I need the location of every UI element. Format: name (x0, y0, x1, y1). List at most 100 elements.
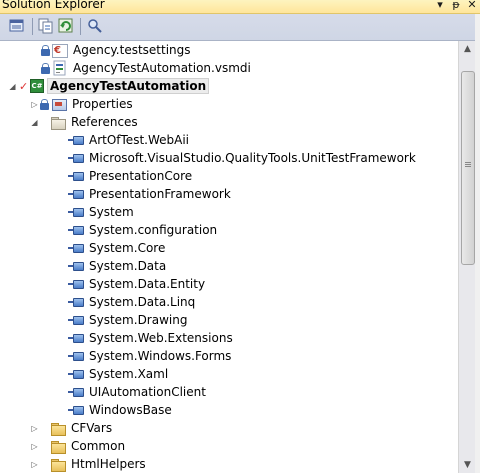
expand-icon[interactable]: ▷ (30, 100, 39, 109)
toolbar-separator (32, 18, 33, 35)
reference-item[interactable]: PresentationFramework (68, 185, 233, 203)
tree-item-label: Agency.testsettings (73, 43, 191, 57)
collapse-icon[interactable]: ◢ (30, 118, 39, 127)
reference-item[interactable]: System.configuration (68, 221, 219, 239)
reference-icon (68, 276, 84, 292)
refresh-icon[interactable] (58, 18, 74, 34)
tree-item-vsmdi[interactable]: AgencyTestAutomation.vsmdi (41, 59, 253, 77)
reference-item[interactable]: System.Core (68, 239, 167, 257)
solution-tree[interactable]: € Agency.testsettings AgencyTestAutomati… (0, 41, 458, 473)
reference-item[interactable]: ArtOfTest.WebAii (68, 131, 191, 149)
lock-icon (41, 60, 50, 76)
vsmdi-file-icon (52, 60, 68, 76)
title-bar: Solution Explorer ▾ ᵽ ✕ (0, 0, 480, 14)
reference-label: System.Xaml (89, 367, 169, 381)
toolbar-separator (80, 18, 81, 35)
reference-icon (68, 402, 84, 418)
folder-icon (50, 456, 66, 472)
reference-item[interactable]: System.Data.Linq (68, 293, 197, 311)
expand-icon[interactable]: ▷ (30, 424, 39, 433)
reference-icon (68, 312, 84, 328)
expand-icon[interactable]: ▷ (30, 460, 39, 469)
tree-item-project[interactable]: ✓ AgencyTestAutomation (19, 77, 210, 95)
tree-item-testsettings[interactable]: € Agency.testsettings (41, 41, 193, 59)
reference-item[interactable]: UIAutomationClient (68, 383, 208, 401)
pin-icon[interactable]: ᵽ (448, 0, 464, 13)
folder-label: CFVars (71, 421, 113, 435)
folder-label: HtmlHelpers (71, 457, 146, 471)
close-icon[interactable]: ✕ (464, 0, 480, 13)
tree-item-properties[interactable]: Properties (40, 95, 135, 113)
project-label: AgencyTestAutomation (47, 78, 210, 94)
show-all-files-icon[interactable] (38, 18, 54, 34)
reference-item[interactable]: System.Data.Entity (68, 275, 207, 293)
tree-item-label: AgencyTestAutomation.vsmdi (73, 61, 251, 75)
reference-icon (68, 222, 84, 238)
collapse-icon[interactable]: ◢ (8, 82, 17, 91)
dropdown-icon[interactable]: ▾ (432, 0, 448, 13)
reference-icon (68, 384, 84, 400)
reference-icon (68, 186, 84, 202)
reference-label: PresentationCore (89, 169, 193, 183)
reference-label: WindowsBase (89, 403, 172, 417)
reference-icon (68, 294, 84, 310)
reference-item[interactable]: System.Drawing (68, 311, 189, 329)
vertical-scrollbar[interactable]: ▲ ▼ (458, 41, 476, 473)
expand-icon[interactable]: ▷ (30, 442, 39, 451)
reference-icon (68, 204, 84, 220)
references-folder-icon (50, 114, 66, 130)
reference-label: System.Data.Entity (89, 277, 206, 291)
toolbar (0, 14, 480, 41)
reference-label: System.Core (89, 241, 166, 255)
folder-icon (50, 438, 66, 454)
scroll-down-icon[interactable]: ▼ (459, 457, 476, 473)
scroll-up-icon[interactable]: ▲ (459, 41, 476, 57)
class-diagram-icon[interactable] (87, 18, 103, 34)
reference-icon (68, 330, 84, 346)
folder-icon (50, 420, 66, 436)
reference-label: System.configuration (89, 223, 218, 237)
reference-icon (68, 258, 84, 274)
reference-label: System.Web.Extensions (89, 331, 233, 345)
tree-item-label: References (71, 115, 138, 129)
lock-icon (40, 96, 49, 112)
lock-icon (41, 42, 50, 58)
reference-item[interactable]: WindowsBase (68, 401, 174, 419)
csharp-project-icon (28, 78, 44, 94)
reference-icon (68, 132, 84, 148)
reference-item[interactable]: PresentationCore (68, 167, 194, 185)
checked-in-icon: ✓ (19, 79, 29, 93)
reference-icon (68, 348, 84, 364)
reference-item[interactable]: System.Web.Extensions (68, 329, 235, 347)
tree-item-label: Properties (72, 97, 133, 111)
reference-icon (68, 240, 84, 256)
properties-folder-icon (51, 96, 67, 112)
reference-label: System.Data.Linq (89, 295, 196, 309)
scrollbar-thumb[interactable] (461, 71, 475, 265)
reference-icon (68, 150, 84, 166)
tree-item-folder[interactable]: CFVars (50, 419, 114, 437)
reference-item[interactable]: System.Xaml (68, 365, 170, 383)
window-title: Solution Explorer (2, 0, 105, 11)
reference-label: PresentationFramework (89, 187, 231, 201)
properties-icon[interactable] (9, 18, 25, 34)
reference-label: System.Drawing (89, 313, 188, 327)
tree-item-references[interactable]: References (50, 113, 140, 131)
reference-label: System.Windows.Forms (89, 349, 232, 363)
reference-item[interactable]: System.Windows.Forms (68, 347, 233, 365)
window-edge (475, 14, 480, 473)
reference-label: ArtOfTest.WebAii (89, 133, 190, 147)
reference-label: Microsoft.VisualStudio.QualityTools.Unit… (89, 151, 416, 165)
reference-item[interactable]: Microsoft.VisualStudio.QualityTools.Unit… (68, 149, 418, 167)
testsettings-file-icon: € (52, 43, 68, 58)
reference-label: System (89, 205, 134, 219)
folder-label: Common (71, 439, 126, 453)
reference-label: System.Data (89, 259, 167, 273)
tree-item-folder[interactable]: Common (50, 437, 127, 455)
reference-item[interactable]: System (68, 203, 136, 221)
reference-icon (68, 168, 84, 184)
reference-item[interactable]: System.Data (68, 257, 168, 275)
reference-icon (68, 366, 84, 382)
tree-item-folder[interactable]: HtmlHelpers (50, 455, 148, 473)
reference-label: UIAutomationClient (89, 385, 206, 399)
